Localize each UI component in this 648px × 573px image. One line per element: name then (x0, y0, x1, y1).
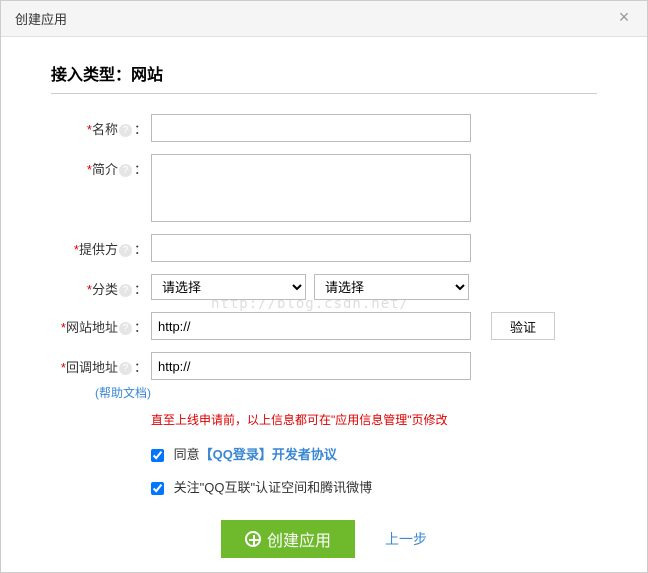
help-icon[interactable]: ? (119, 362, 132, 375)
row-help-doc: (帮助文档) (51, 384, 597, 401)
form: *名称?： *简介?： *提供方?： *分类?： (1, 114, 647, 558)
hint-text: 直至上线申请前，以上信息都可在"应用信息管理"页修改 (151, 411, 448, 428)
category-select-2[interactable]: 请选择 (314, 274, 469, 300)
row-name: *名称?： (51, 114, 597, 142)
dialog-header: 创建应用 × (1, 1, 647, 37)
label-site-url: *网站地址?： (51, 312, 151, 336)
agreement-link[interactable]: 【QQ登录】开发者协议 (200, 447, 337, 462)
divider (51, 93, 597, 94)
dialog-title: 创建应用 (15, 9, 67, 28)
help-icon[interactable]: ? (119, 164, 132, 177)
row-callback: *回调地址?： (51, 352, 597, 380)
site-url-input[interactable] (151, 312, 471, 340)
callback-input[interactable] (151, 352, 471, 380)
row-follow: 关注"QQ互联"认证空间和腾讯微博 (51, 471, 597, 502)
help-icon[interactable]: ? (119, 284, 132, 297)
row-hint: 直至上线申请前，以上信息都可在"应用信息管理"页修改 (51, 405, 597, 436)
action-bar: 创建应用 上一步 (51, 520, 597, 558)
plus-circle-icon (245, 531, 261, 547)
row-provider: *提供方?： (51, 234, 597, 262)
provider-input[interactable] (151, 234, 471, 262)
create-app-dialog: 创建应用 × 接入类型：网站 http://blog.csdn.net/ *名称… (0, 0, 648, 573)
help-icon[interactable]: ? (119, 322, 132, 335)
section-heading: 接入类型：网站 (1, 37, 647, 93)
agree-label[interactable]: 同意【QQ登录】开发者协议 (151, 444, 337, 463)
help-icon[interactable]: ? (119, 124, 132, 137)
label-provider: *提供方?： (51, 234, 151, 258)
close-icon[interactable]: × (615, 10, 633, 28)
follow-checkbox[interactable] (151, 482, 164, 495)
label-name: *名称?： (51, 114, 151, 138)
follow-label[interactable]: 关注"QQ互联"认证空间和腾讯微博 (151, 477, 372, 496)
row-intro: *简介?： (51, 154, 597, 222)
row-site-url: *网站地址?： 验证 (51, 312, 597, 340)
intro-textarea[interactable] (151, 154, 471, 222)
create-app-button[interactable]: 创建应用 (221, 520, 355, 558)
row-category: *分类?： 请选择 请选择 (51, 274, 597, 300)
label-category: *分类?： (51, 274, 151, 298)
label-callback: *回调地址?： (51, 352, 151, 376)
help-doc-link[interactable]: (帮助文档) (95, 386, 151, 400)
row-agree: 同意【QQ登录】开发者协议 (51, 438, 597, 469)
prev-step-link[interactable]: 上一步 (385, 529, 427, 549)
label-intro: *简介?： (51, 154, 151, 178)
category-select-1[interactable]: 请选择 (151, 274, 306, 300)
verify-button[interactable]: 验证 (491, 312, 555, 340)
agree-checkbox[interactable] (151, 449, 164, 462)
help-icon[interactable]: ? (119, 244, 132, 257)
name-input[interactable] (151, 114, 471, 142)
